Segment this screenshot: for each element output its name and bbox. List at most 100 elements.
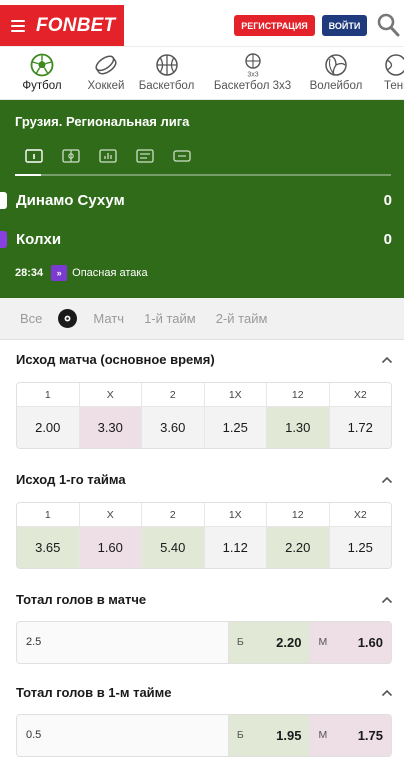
total-under-button[interactable]: М 1.60	[309, 622, 391, 663]
odds-button[interactable]: 1.12	[204, 527, 267, 568]
total-line-value: 2.5	[17, 622, 228, 663]
register-button[interactable]: РЕГИСТРАЦИЯ	[234, 15, 315, 36]
odds-button[interactable]: 3.30	[79, 407, 142, 448]
tab-video[interactable]	[163, 146, 200, 166]
odds-header: X	[80, 383, 142, 406]
tab-match[interactable]: Матч	[83, 298, 134, 340]
odds-header: 12	[267, 503, 330, 526]
sport-label: Футбол	[22, 80, 62, 92]
stats-icon	[98, 149, 117, 163]
over-odd: 1.95	[276, 728, 302, 743]
basketball-icon	[155, 54, 178, 76]
total-row-first-half: 0.5 Б 1.95 М 1.75	[16, 714, 392, 757]
lineups-icon	[135, 149, 154, 163]
total-row-match: 2.5 Б 2.20 М 1.60	[16, 621, 392, 664]
odds-button[interactable]: 1.30	[267, 407, 330, 448]
odds-header: X2	[353, 509, 367, 521]
basketball-3x3-icon: 3x3	[244, 53, 261, 78]
odds-button[interactable]: 5.40	[142, 527, 205, 568]
odds-header: 1X	[205, 383, 267, 406]
match-time: 28:34	[15, 267, 44, 279]
market-tabs: Все Матч 1-й тайм 2-й тайм	[0, 298, 404, 340]
tennis-icon	[385, 54, 404, 76]
logo[interactable]: FONBET	[36, 15, 115, 37]
match-tabs-indicator	[15, 174, 391, 176]
dangerous-attack-icon: »	[51, 265, 68, 281]
tab-field[interactable]	[52, 146, 89, 166]
odds-header: 1	[17, 383, 80, 406]
sport-tab-hockey[interactable]: Хоккей	[84, 47, 128, 99]
sports-tabs: Футбол Хоккей Баскетбол 3x3 Баскетбол 3x…	[0, 47, 404, 100]
odds-header: 1X	[205, 503, 267, 526]
total-over-button[interactable]: Б 2.20	[227, 622, 310, 663]
tab-pinned[interactable]	[52, 298, 83, 340]
sport-label: Баскетбол 3x3	[213, 80, 292, 92]
team-row-away: Колхи 0	[0, 228, 404, 252]
sport-tab-tennis[interactable]: Тенн	[372, 47, 404, 99]
login-button[interactable]: ВОЙТИ	[322, 15, 367, 36]
odds-header: 2	[142, 503, 205, 526]
odds-header: X2	[353, 389, 367, 401]
odds-button[interactable]: 3.60	[142, 407, 205, 448]
team-name: Динамо Сухум	[16, 192, 125, 209]
sport-tab-football[interactable]: Футбол	[0, 47, 84, 99]
total-under-button[interactable]: М 1.75	[309, 715, 391, 756]
team-row-home: Динамо Сухум 0	[0, 189, 404, 213]
pin-icon	[58, 309, 78, 328]
league-title: Грузия. Региональная лига	[15, 114, 190, 129]
odds-button[interactable]: 1.25	[329, 527, 391, 568]
total-line-value: 0.5	[17, 715, 228, 756]
odds-button[interactable]: 1.72	[329, 407, 391, 448]
sport-label: Баскетбол	[138, 80, 195, 92]
odds-header: X	[80, 503, 142, 526]
tab-second-half[interactable]: 2-й тайм	[206, 298, 278, 340]
chevron-up-icon[interactable]	[381, 476, 393, 484]
market-title: Тотал голов в 1-м тайме	[16, 685, 172, 700]
under-label: М	[318, 729, 328, 741]
total-over-button[interactable]: Б 1.95	[227, 715, 310, 756]
over-odd: 2.20	[276, 635, 302, 650]
video-icon	[172, 150, 191, 162]
chevron-up-icon[interactable]	[381, 596, 393, 604]
chevron-up-icon[interactable]	[381, 689, 393, 697]
odds-value-row: 3.65 1.60 5.40 1.12 2.20 1.25	[17, 527, 391, 568]
chevron-up-icon[interactable]	[381, 356, 393, 364]
tab-scoreboard[interactable]	[15, 146, 52, 166]
sport-tab-basketball[interactable]: Баскетбол	[128, 47, 205, 99]
volleyball-icon	[325, 54, 347, 76]
search-icon[interactable]	[376, 12, 400, 38]
market-title: Тотал голов в матче	[16, 592, 147, 607]
odds-button[interactable]: 3.65	[17, 527, 80, 568]
over-label: Б	[236, 636, 244, 648]
tab-first-half[interactable]: 1-й тайм	[134, 298, 206, 340]
market-title: Исход 1-го тайма	[16, 472, 126, 487]
status-text: Опасная атака	[72, 267, 148, 279]
top-header: FONBET РЕГИСТРАЦИЯ ВОЙТИ	[0, 0, 404, 47]
sport-tab-volleyball[interactable]: Волейбол	[300, 47, 372, 99]
sport-tab-basketball-3x3[interactable]: 3x3 Баскетбол 3x3	[205, 47, 300, 99]
odds-header: 1	[17, 503, 80, 526]
odds-button[interactable]: 2.20	[267, 527, 330, 568]
svg-text:3x3: 3x3	[247, 72, 258, 78]
menu-icon[interactable]	[11, 17, 25, 35]
odds-button[interactable]: 2.00	[17, 407, 80, 448]
odds-button[interactable]: 1.60	[79, 527, 142, 568]
tab-lineups[interactable]	[126, 146, 163, 166]
odds-header-row: 1 X 2 1X 12 X2	[17, 503, 391, 527]
odds-header: 12	[267, 383, 330, 406]
match-status: 28:34 » Опасная атака	[15, 265, 148, 281]
page: FONBET РЕГИСТРАЦИЯ ВОЙТИ Футбол Хоккей Б…	[0, 0, 404, 766]
odds-button[interactable]: 1.25	[204, 407, 267, 448]
sport-label: Волейбол	[309, 80, 363, 92]
tab-stats[interactable]	[89, 146, 126, 166]
tab-all[interactable]: Все	[0, 298, 52, 340]
odds-value-row: 2.00 3.30 3.60 1.25 1.30 1.72	[17, 407, 391, 448]
brand-bar[interactable]: FONBET	[0, 5, 124, 46]
scoreboard-icon	[24, 149, 43, 163]
team-score: 0	[383, 192, 392, 209]
under-label: М	[318, 636, 328, 648]
odds-grid-match-result: 1 X 2 1X 12 X2 2.00 3.30 3.60 1.25 1.30 …	[16, 382, 392, 449]
market-title: Исход матча (основное время)	[16, 352, 215, 367]
under-odd: 1.75	[357, 728, 384, 743]
team-color-marker	[0, 231, 7, 248]
